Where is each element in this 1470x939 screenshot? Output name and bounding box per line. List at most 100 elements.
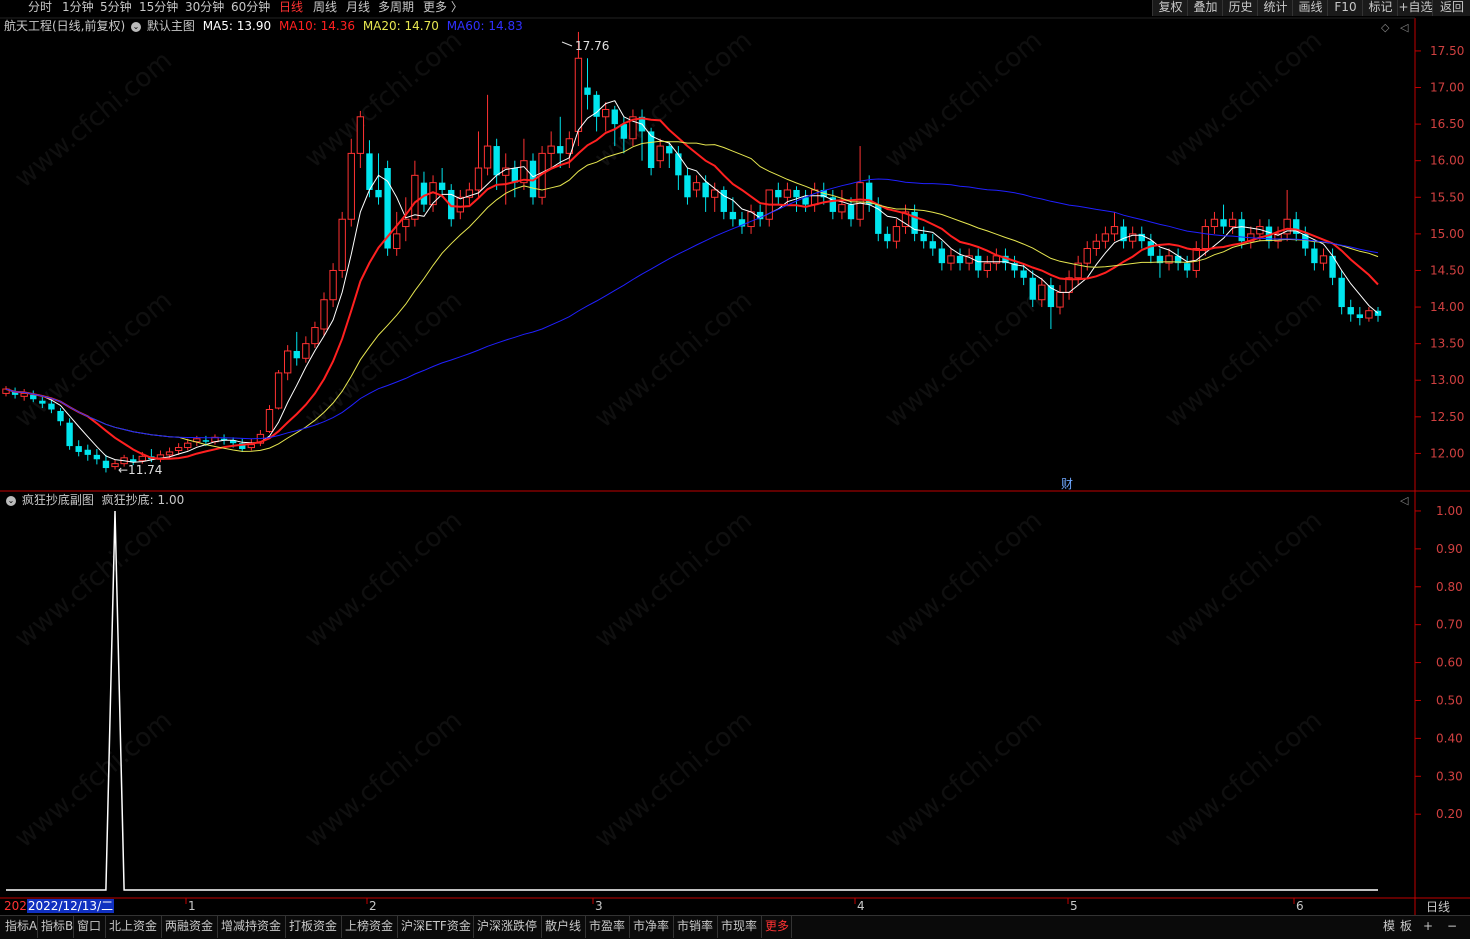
sub-collapse-icon[interactable]: ◁: [1400, 494, 1409, 507]
candle-31[interactable]: [283, 345, 292, 381]
candle-43[interactable]: [393, 211, 401, 256]
candle-91[interactable]: [829, 189, 837, 220]
candle-66[interactable]: [602, 102, 610, 132]
candle-54[interactable]: [493, 138, 500, 190]
candle-82[interactable]: [747, 204, 755, 234]
candle-48[interactable]: [438, 168, 446, 198]
candle-104[interactable]: [947, 248, 955, 271]
candle-123[interactable]: [1120, 219, 1127, 249]
candle-97[interactable]: [884, 226, 891, 249]
candle-88[interactable]: [802, 189, 809, 212]
candle-75[interactable]: [684, 168, 691, 205]
candle-98[interactable]: [892, 219, 901, 249]
candle-65[interactable]: [593, 91, 600, 132]
candle-134[interactable]: [1220, 204, 1227, 234]
bottom-control-1[interactable]: 板: [1397, 916, 1417, 938]
candle-51[interactable]: [465, 182, 474, 205]
candle-116[interactable]: [1056, 285, 1064, 315]
candle-81[interactable]: [738, 211, 746, 234]
candle-144[interactable]: [1311, 241, 1318, 271]
candle-17[interactable]: [156, 450, 165, 463]
candle-45[interactable]: [411, 160, 419, 227]
candle-109[interactable]: [992, 248, 1001, 271]
candle-55[interactable]: [502, 153, 510, 205]
candle-37[interactable]: [338, 211, 346, 278]
candle-50[interactable]: [456, 189, 464, 220]
candle-1[interactable]: [11, 387, 19, 399]
candle-71[interactable]: [647, 127, 655, 176]
candle-85[interactable]: [775, 182, 782, 205]
candle-106[interactable]: [965, 248, 973, 271]
candle-76[interactable]: [692, 175, 701, 198]
candle-34[interactable]: [311, 321, 319, 349]
candle-92[interactable]: [838, 189, 846, 220]
candle-127[interactable]: [1156, 248, 1164, 278]
candle-35[interactable]: [320, 292, 328, 337]
candle-103[interactable]: [938, 241, 946, 271]
candle-6[interactable]: [57, 408, 64, 426]
candle-125[interactable]: [1138, 226, 1145, 249]
candle-142[interactable]: [1293, 211, 1300, 242]
candle-0[interactable]: [2, 386, 10, 397]
indicator-tab-8[interactable]: 沪深ETF资金: [398, 916, 474, 938]
diamond-icon[interactable]: ◇: [1381, 21, 1390, 34]
candle-147[interactable]: [1338, 270, 1345, 315]
candle-40[interactable]: [366, 140, 373, 198]
bottom-control-3[interactable]: −: [1444, 916, 1464, 938]
candle-10[interactable]: [93, 449, 101, 465]
candle-53[interactable]: [483, 94, 492, 176]
indicator-tab-12[interactable]: 市净率: [630, 916, 674, 938]
candle-133[interactable]: [1210, 211, 1219, 234]
candle-72[interactable]: [656, 138, 664, 169]
candle-39[interactable]: [356, 110, 365, 169]
candle-24[interactable]: [220, 434, 228, 445]
candle-32[interactable]: [293, 331, 300, 366]
candle-9[interactable]: [84, 444, 91, 461]
finance-marker[interactable]: 财: [1061, 477, 1073, 491]
candle-107[interactable]: [975, 248, 982, 278]
candle-95[interactable]: [865, 175, 873, 212]
candle-102[interactable]: [929, 233, 936, 256]
candle-130[interactable]: [1184, 255, 1191, 278]
candle-117[interactable]: [1065, 270, 1073, 300]
candle-23[interactable]: [211, 434, 219, 445]
indicator-tab-7[interactable]: 上榜资金: [342, 916, 398, 938]
candle-124[interactable]: [1128, 226, 1137, 249]
stock-chart[interactable]: www.cfchi.com www.cfchi.com www.cfchi.com w…: [0, 0, 1470, 938]
candle-36[interactable]: [329, 263, 337, 308]
candle-42[interactable]: [384, 160, 391, 256]
indicator-tab-14[interactable]: 市现率: [718, 916, 762, 938]
candle-61[interactable]: [557, 116, 564, 169]
candle-79[interactable]: [720, 186, 727, 220]
candle-101[interactable]: [920, 226, 927, 249]
candle-94[interactable]: [856, 146, 864, 227]
candle-64[interactable]: [584, 58, 591, 110]
indicator-tab-5[interactable]: 增减持资金: [218, 916, 286, 938]
candle-8[interactable]: [75, 440, 82, 457]
indicator-tab-0[interactable]: 指标A: [2, 916, 38, 938]
candle-141[interactable]: [1283, 189, 1291, 242]
candle-60[interactable]: [547, 131, 555, 169]
candle-140[interactable]: [1274, 226, 1282, 249]
candle-57[interactable]: [520, 138, 528, 190]
indicator-tab-6[interactable]: 打板资金: [286, 916, 342, 938]
indicator-tab-9[interactable]: 沪深涨跌停: [474, 916, 542, 938]
candle-7[interactable]: [66, 418, 73, 450]
candle-38[interactable]: [347, 138, 355, 227]
candle-44[interactable]: [402, 197, 410, 242]
candle-56[interactable]: [511, 160, 519, 198]
candle-151[interactable]: [1374, 307, 1382, 322]
candle-30[interactable]: [274, 369, 283, 410]
candle-149[interactable]: [1356, 307, 1364, 326]
candle-105[interactable]: [956, 248, 964, 271]
candle-52[interactable]: [474, 131, 483, 198]
candle-122[interactable]: [1110, 211, 1119, 242]
candle-33[interactable]: [302, 336, 310, 363]
candle-121[interactable]: [1101, 226, 1110, 249]
candle-89[interactable]: [810, 182, 819, 212]
candle-84[interactable]: [765, 189, 773, 227]
indicator-tab-4[interactable]: 两融资金: [162, 916, 218, 938]
candle-145[interactable]: [1319, 248, 1328, 271]
candle-148[interactable]: [1347, 299, 1354, 322]
candle-118[interactable]: [1074, 255, 1082, 286]
